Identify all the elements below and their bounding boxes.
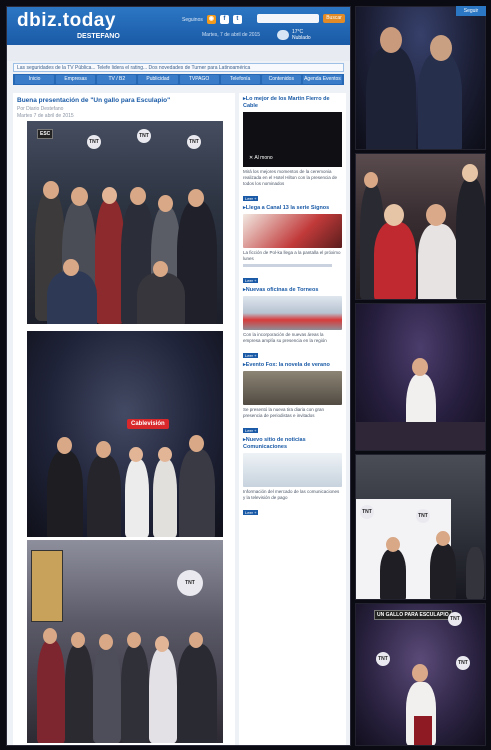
sidebar-text-2: La ficción de Pol-ka llega a la pantalla… [243, 250, 341, 261]
sidebar-thumb-3[interactable] [243, 296, 342, 330]
nav-item-contenidos[interactable]: Contenidos [261, 75, 301, 84]
read-more-button[interactable]: Leer + [243, 353, 259, 358]
event-photo-4[interactable]: TNT TNT [355, 454, 486, 600]
sidebar-heading-5[interactable]: Nuevo sitio de noticias Comunicaciones [243, 437, 342, 451]
news-ticker[interactable]: Las seguridades de la TV Pública... Tele… [13, 63, 344, 72]
event-photo-3[interactable] [355, 303, 486, 451]
follow-button[interactable]: Seguir [456, 6, 486, 16]
collage-frame: dbiz.today DESTEFANO Seguinos ◉ f t Busc… [0, 0, 491, 750]
weather-desc: Nublado [292, 35, 311, 41]
dateline: Martes, 7 de abril de 2015 [202, 32, 261, 38]
nav-item-inicio[interactable]: Inicio [15, 75, 55, 84]
sidebar-thumb-4[interactable] [243, 371, 342, 405]
read-more-button[interactable]: Leer + [243, 510, 259, 515]
article-photo-2[interactable]: Cablevisión [27, 331, 223, 537]
rss-icon[interactable]: ◉ [206, 15, 216, 24]
sidebar-heading-3[interactable]: Nuevas oficinas de Torneos [243, 287, 342, 294]
tnt-logo-icon: TNT [456, 656, 470, 670]
twitter-icon[interactable]: t [232, 15, 242, 24]
search-button[interactable]: Buscar [323, 14, 345, 23]
site-logo-sub: DESTEFANO [77, 33, 120, 40]
nav-item-tv[interactable]: TV / B2 [97, 75, 137, 84]
nav-item-tvpago[interactable]: TVPAGO [179, 75, 219, 84]
facebook-icon[interactable]: f [219, 15, 229, 24]
sidebar-thumb-2[interactable] [243, 214, 342, 248]
nav-item-telefonia[interactable]: Telefonía [220, 75, 260, 84]
cloud-icon [277, 30, 289, 40]
sidebar-heading-video[interactable]: Lo mejor de los Martin Fierro de Cable [243, 96, 342, 110]
divider [243, 264, 333, 267]
sidebar-text-4: Se presentó la nueva tira diaria con gra… [243, 407, 325, 418]
cablevision-badge: Cablevisión [127, 419, 169, 429]
article-date: Martes 7 de abril de 2015 [17, 113, 74, 119]
nav-item-agenda[interactable]: Agenda Eventos [302, 75, 342, 84]
sidebar: Lo mejor de los Martin Fierro de Cable ✕… [239, 93, 346, 745]
poster-image [31, 550, 63, 622]
tnt-logo-icon: TNT [177, 570, 203, 596]
video-text: Mirá los mejores momentos de la ceremoni… [243, 169, 338, 186]
social-links: Seguinos ◉ f t [182, 15, 242, 24]
sidebar-text-3: Con la incorporación de nuevas áreas la … [243, 332, 327, 343]
read-more-button[interactable]: Leer + [243, 278, 259, 283]
weather-widget: 17°C Nublado [277, 29, 311, 41]
site-header: dbiz.today DESTEFANO Seguinos ◉ f t Busc… [7, 7, 350, 45]
site-logo[interactable]: dbiz.today [17, 10, 116, 32]
video-play-label[interactable]: ✕ Al mono [249, 155, 273, 161]
article-photo-3[interactable]: TNT [27, 540, 223, 743]
show-logo-badge: ESC [37, 129, 54, 139]
event-photo-5[interactable]: UN GALLO PARA ESCULAPIO TNT TNT TNT [355, 603, 486, 746]
tnt-logo-icon: TNT [137, 129, 151, 143]
nav-item-empresas[interactable]: Empresas [56, 75, 96, 84]
search-input[interactable] [257, 14, 319, 23]
tnt-logo-icon: TNT [87, 135, 101, 149]
video-player[interactable]: ✕ Al mono [243, 112, 342, 167]
event-photo-2[interactable] [355, 153, 486, 300]
header-spacer [7, 45, 350, 61]
news-site-screenshot: dbiz.today DESTEFANO Seguinos ◉ f t Busc… [6, 6, 351, 746]
sidebar-heading-2[interactable]: Llega a Canal 13 la serie Signos [243, 205, 342, 212]
video-label: Al mono [254, 155, 273, 161]
main-nav: Inicio Empresas TV / B2 Publicidad TVPAG… [13, 74, 344, 85]
social-label: Seguinos [182, 16, 203, 23]
tnt-logo-icon: TNT [360, 505, 374, 519]
show-logo-badge: UN GALLO PARA ESCULAPIO [374, 610, 452, 620]
tnt-logo-icon: TNT [376, 652, 390, 666]
red-trousers [414, 716, 432, 745]
sidebar-thumb-5[interactable] [243, 453, 342, 487]
sidebar-text-5: Información del mercado de las comunicac… [243, 489, 340, 500]
article-title[interactable]: Buena presentación de "Un gallo para Esc… [17, 97, 231, 104]
article-meta: Por Diario Destefano Martes 7 de abril d… [17, 106, 231, 120]
sidebar-heading-4[interactable]: Evento Fox: la novela de verano [243, 362, 342, 369]
tnt-logo-icon: TNT [187, 135, 201, 149]
read-more-button[interactable]: Leer + [243, 428, 259, 433]
event-photo-1[interactable] [355, 6, 486, 150]
read-more-button[interactable]: Leer + [243, 196, 259, 201]
article-photo-1[interactable]: ESC TNT TNT TNT [27, 121, 223, 324]
article-author: Por Diario Destefano [17, 106, 64, 112]
nav-item-publicidad[interactable]: Publicidad [138, 75, 178, 84]
floor [356, 422, 485, 450]
article: Buena presentación de "Un gallo para Esc… [13, 93, 235, 745]
tnt-logo-icon: TNT [416, 509, 430, 523]
page-content: Buena presentación de "Un gallo para Esc… [13, 93, 346, 745]
tnt-logo-icon: TNT [448, 612, 462, 626]
